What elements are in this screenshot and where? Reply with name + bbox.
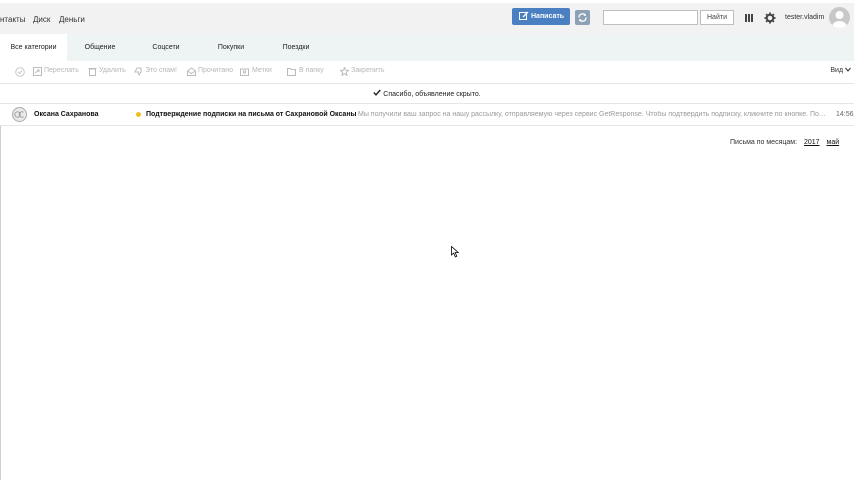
message-sender: Оксана Сахранова <box>34 111 99 118</box>
tab-social[interactable]: Соцсети <box>133 34 199 61</box>
toolbar-pin[interactable]: Закрепить <box>351 67 385 74</box>
toolbar-labels[interactable]: Метки <box>252 67 272 74</box>
checkmark-icon <box>373 89 382 96</box>
select-all-checkbox[interactable] <box>15 67 25 77</box>
list-divider-bottom <box>0 125 854 126</box>
nav-link-money[interactable]: Деньги <box>59 15 85 24</box>
compose-button-label: Написать <box>531 13 565 20</box>
user-name[interactable]: tester.vladim <box>785 14 824 21</box>
avatar-initials-icon <box>14 111 24 118</box>
notice-banner: Спасибо, объявление скрыто. <box>0 89 854 98</box>
nav-link-disk[interactable]: Диск <box>33 15 50 24</box>
toolbar-move-to-folder[interactable]: В папку <box>299 67 324 74</box>
gear-icon[interactable] <box>764 12 776 24</box>
envelope-open-icon <box>187 67 196 76</box>
pin-star-icon <box>340 67 349 76</box>
toolbar-mark-read[interactable]: Прочитано <box>198 67 233 74</box>
search-button[interactable]: Найти <box>700 10 734 25</box>
layout-columns-icon[interactable] <box>744 13 754 23</box>
tab-all-categories[interactable]: Все категории <box>0 34 67 61</box>
archive-month-link[interactable]: май <box>827 139 840 146</box>
avatar-silhouette-icon <box>832 11 847 28</box>
sender-avatar[interactable] <box>12 107 27 122</box>
forward-icon <box>33 67 42 76</box>
chevron-down-icon <box>845 67 851 72</box>
tab-trips[interactable]: Поездки <box>263 34 329 61</box>
category-tabs: Все категории Общение Соцсети Покупки По… <box>0 34 854 61</box>
view-menu-label: Вид <box>830 67 844 74</box>
pencil-icon <box>519 11 529 20</box>
archive-label: Письма по месяцам: <box>730 139 798 146</box>
toolbar-divider <box>0 83 854 84</box>
toolbar-forward[interactable]: Переслать <box>44 67 79 74</box>
refresh-icon <box>578 13 587 22</box>
message-snippet: Мы получили ваш запрос на нашу рассылку,… <box>358 111 826 118</box>
compose-button[interactable]: Написать <box>512 8 570 25</box>
thumb-down-icon <box>134 67 142 76</box>
user-avatar[interactable] <box>829 7 850 28</box>
folder-icon <box>287 68 296 76</box>
tab-communication[interactable]: Общение <box>67 34 133 61</box>
search-input[interactable] <box>603 10 698 25</box>
nav-link-contacts[interactable]: нтакты <box>0 15 25 24</box>
message-subject: Подтверждение подписки на письма от Сахр… <box>146 111 357 118</box>
archive-by-month: Письма по месяцам: 2017 май <box>730 139 839 146</box>
message-row[interactable]: Оксана Сахранова Подтверждение подписки … <box>0 104 854 126</box>
archive-year-link[interactable]: 2017 <box>804 139 820 146</box>
refresh-button[interactable] <box>575 10 590 25</box>
left-edge-border <box>0 126 1 480</box>
message-time: 14:56 <box>836 111 854 118</box>
toolbar-spam[interactable]: Это спам! <box>145 67 177 74</box>
toolbar-delete[interactable]: Удалить <box>99 67 126 74</box>
label-icon <box>240 68 249 76</box>
tab-purchases[interactable]: Покупки <box>199 34 263 61</box>
trash-icon <box>88 68 97 76</box>
mouse-cursor-icon <box>451 246 460 258</box>
view-menu[interactable]: Вид <box>830 67 851 74</box>
notice-text: Спасибо, объявление скрыто. <box>383 91 481 98</box>
unread-dot[interactable] <box>136 112 141 117</box>
